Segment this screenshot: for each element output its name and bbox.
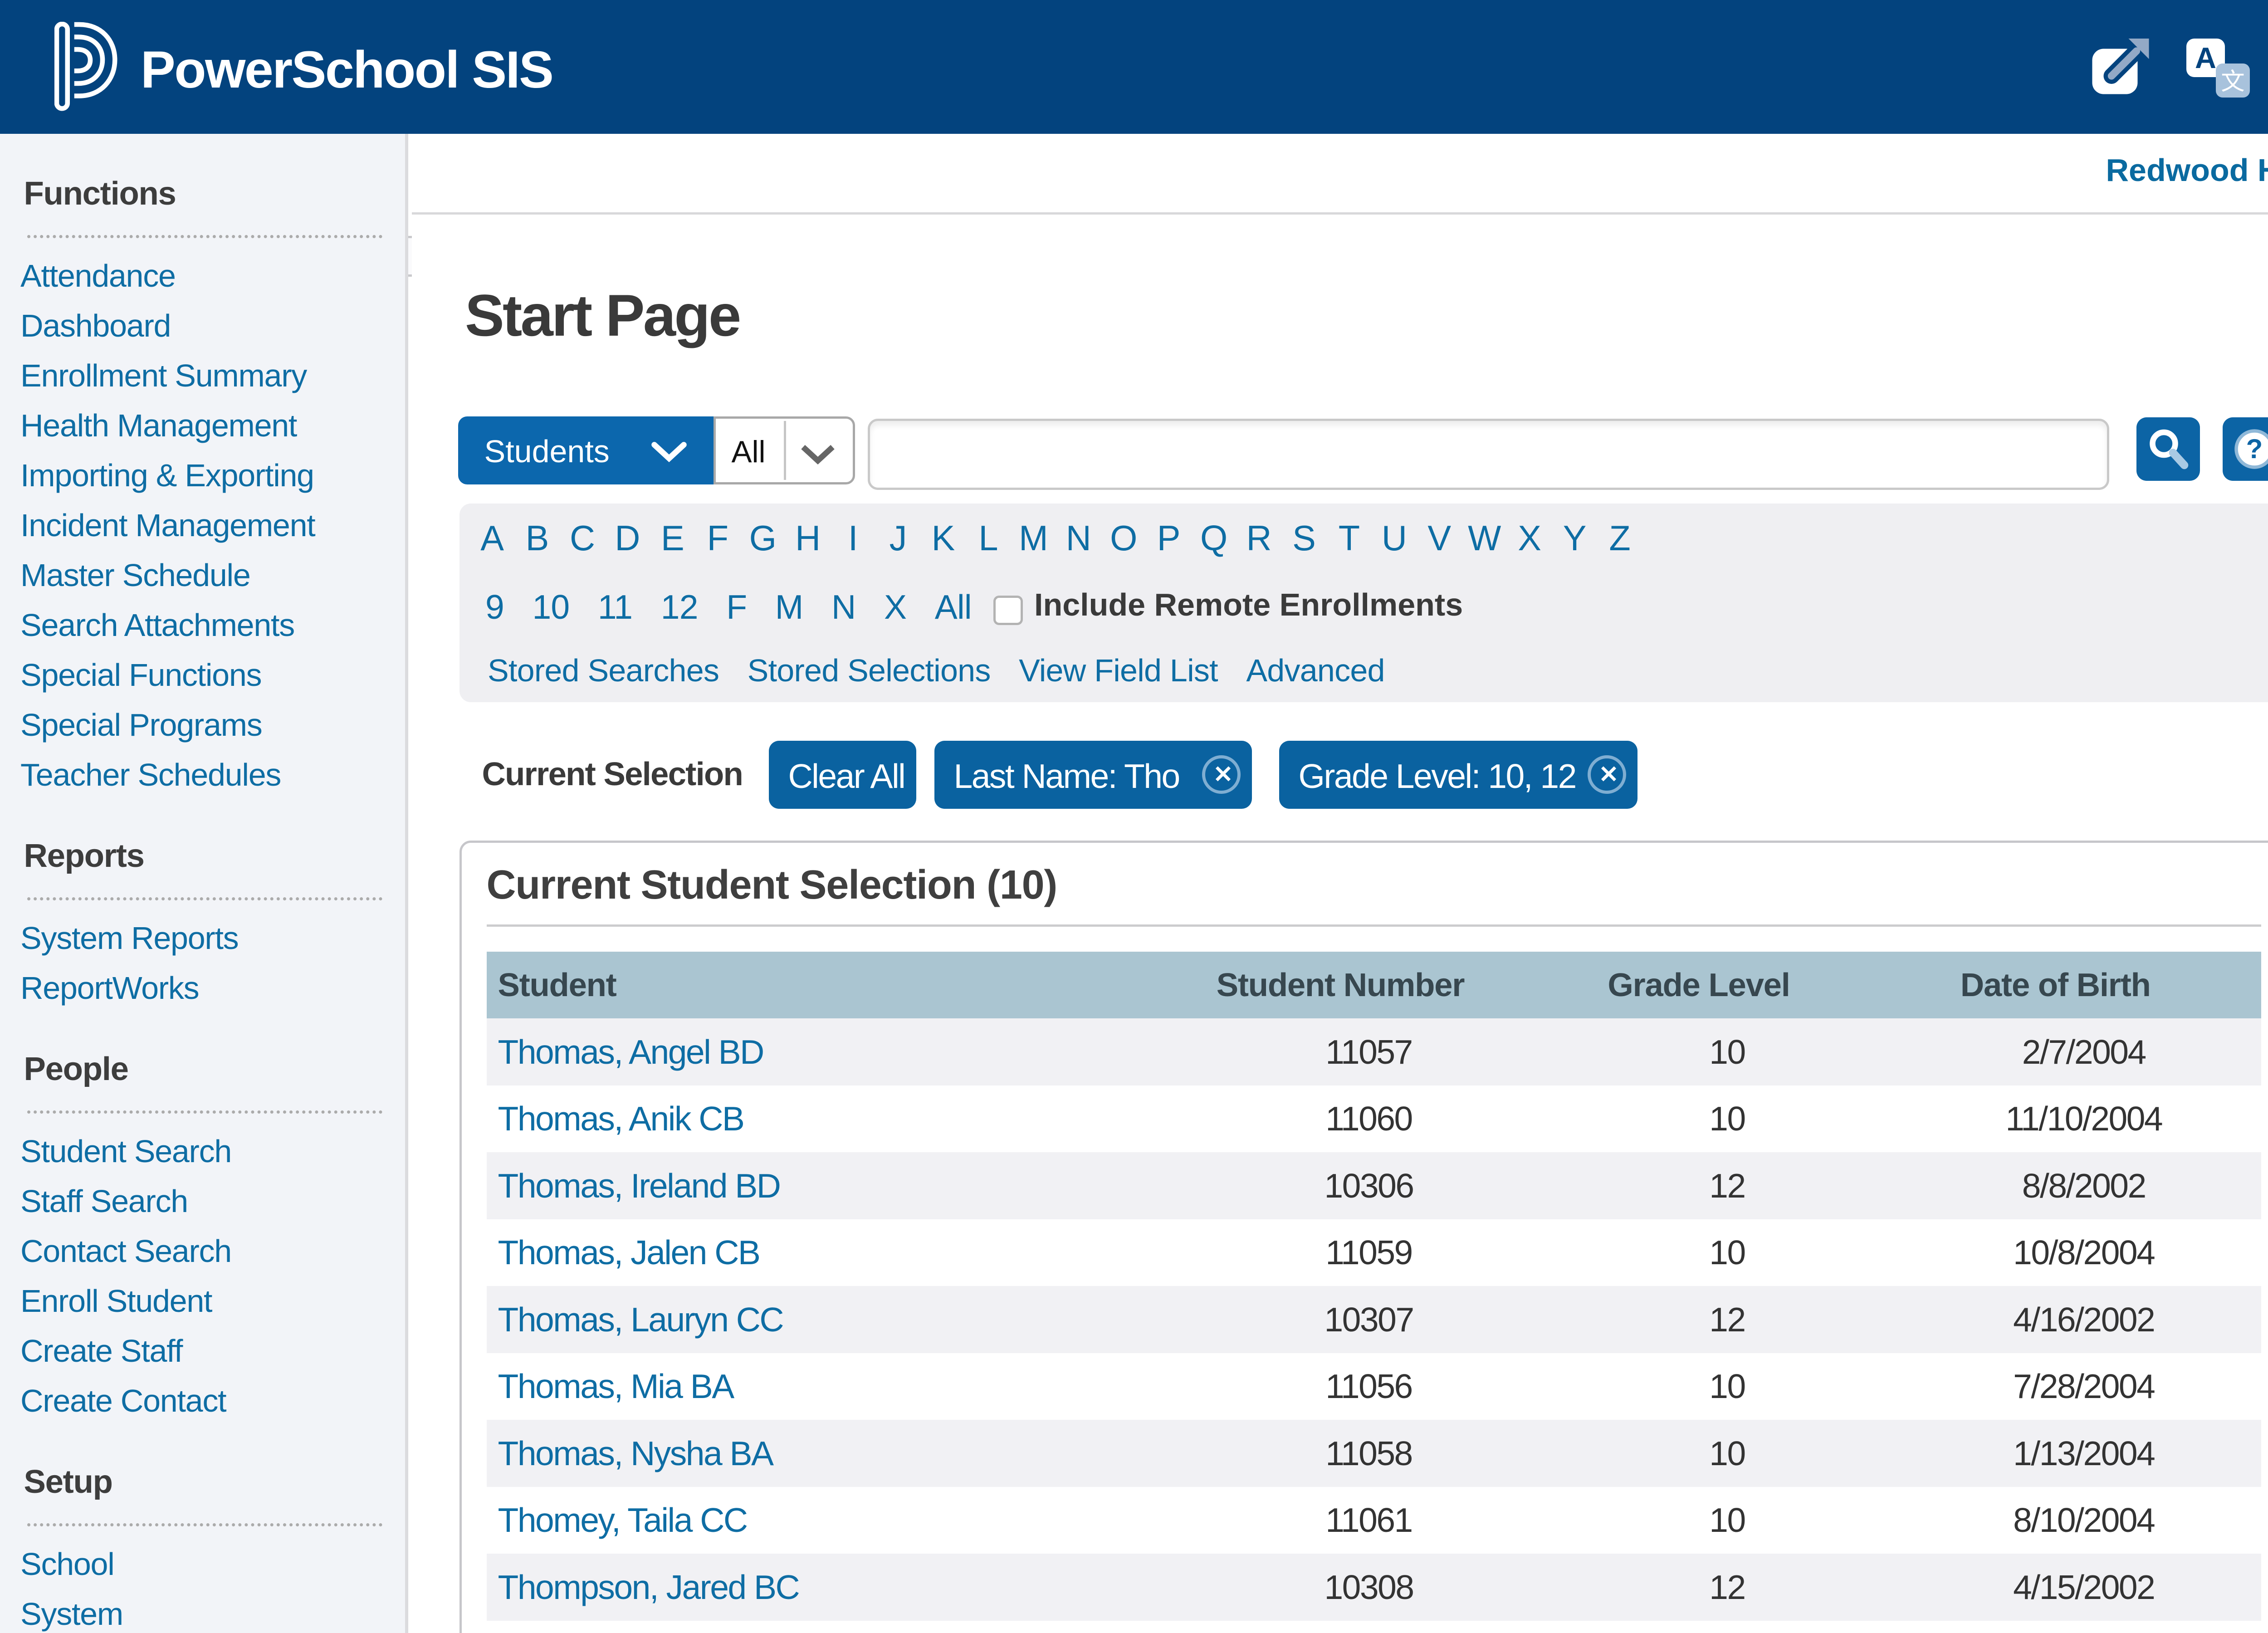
svg-text:文: 文 (2221, 68, 2245, 95)
svg-text:A: A (2195, 41, 2216, 74)
svg-text:?: ? (2246, 434, 2263, 464)
